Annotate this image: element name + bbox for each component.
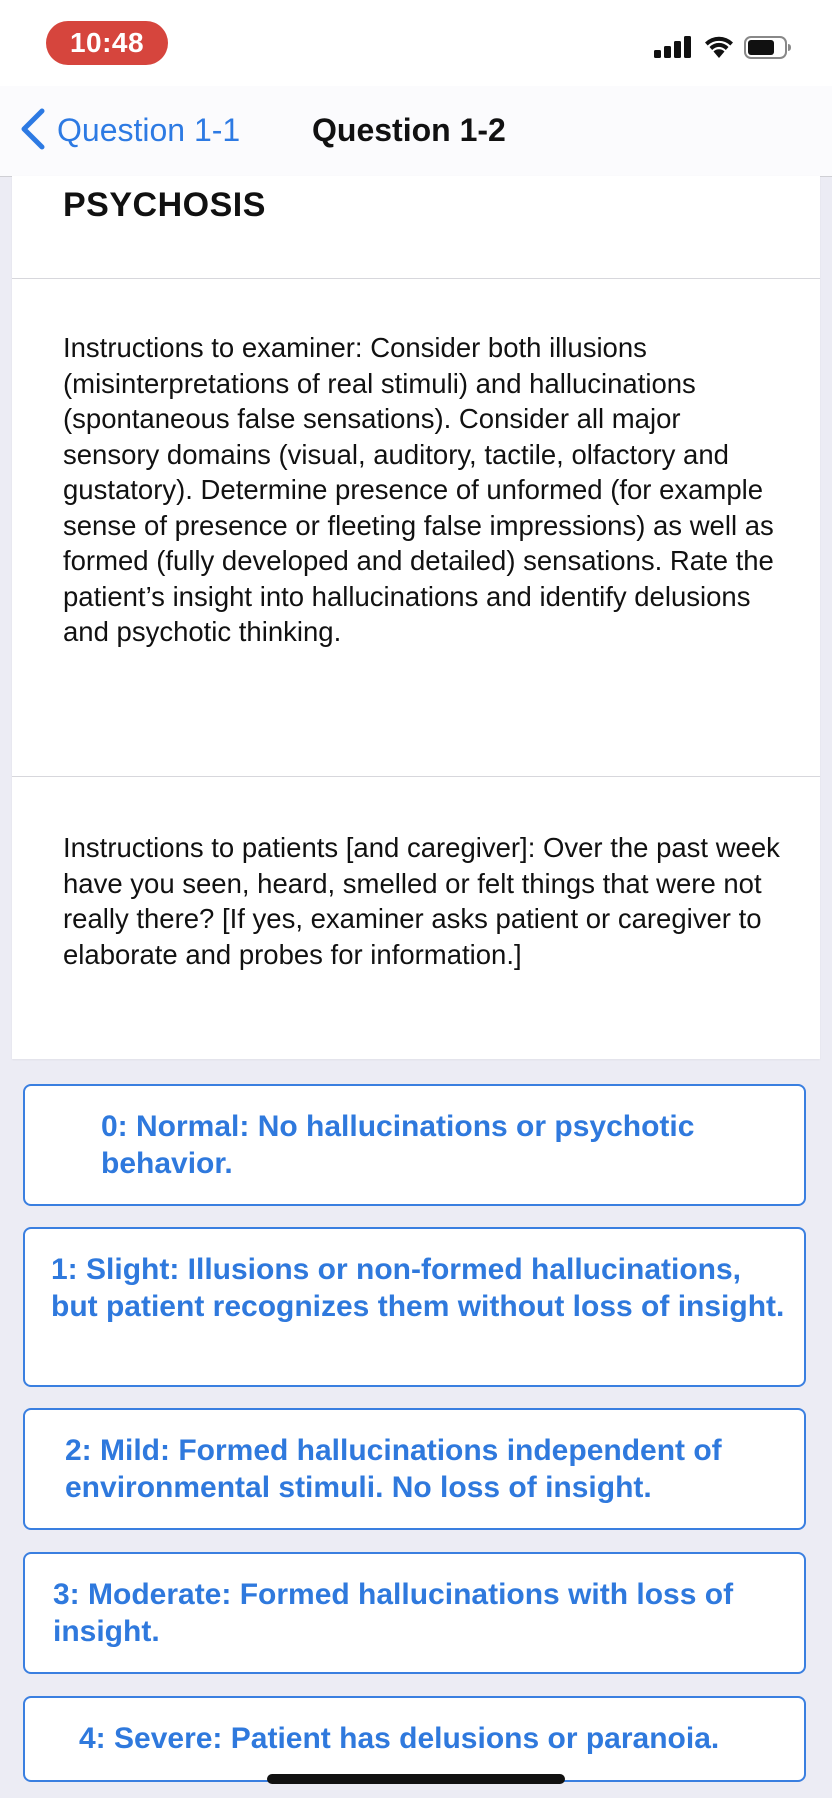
answer-option-3[interactable]: 3: Moderate: Formed hallucinations with … bbox=[23, 1552, 806, 1674]
answer-option-label: 3: Moderate: Formed hallucinations with … bbox=[53, 1578, 734, 1648]
answer-option-0[interactable]: 0: Normal: No hallucinations or psychoti… bbox=[23, 1084, 806, 1206]
back-chevron-icon[interactable] bbox=[18, 108, 48, 150]
answer-option-1[interactable]: 1: Slight: Illusions or non-formed hallu… bbox=[23, 1227, 806, 1387]
answer-option-label: 4: Severe: Patient has delusions or para… bbox=[79, 1722, 720, 1755]
patient-instructions: Instructions to patients [and caregiver]… bbox=[63, 832, 780, 970]
answer-option-label: 0: Normal: No hallucinations or psychoti… bbox=[101, 1110, 695, 1180]
navigation-bar: Question 1-1 Question 1-2 bbox=[0, 86, 832, 177]
answer-option-2[interactable]: 2: Mild: Formed hallucinations independe… bbox=[23, 1408, 806, 1530]
page-title: Question 1-2 bbox=[312, 112, 506, 148]
time-label: 10:48 bbox=[46, 21, 168, 65]
answer-option-label: 2: Mild: Formed hallucinations independe… bbox=[65, 1434, 722, 1504]
examiner-instructions: Instructions to examiner: Consider both … bbox=[63, 332, 774, 647]
battery-icon bbox=[744, 36, 791, 59]
answer-option-label: 1: Slight: Illusions or non-formed hallu… bbox=[51, 1253, 785, 1323]
divider bbox=[12, 776, 820, 777]
divider bbox=[12, 278, 820, 279]
answer-option-4[interactable]: 4: Severe: Patient has delusions or para… bbox=[23, 1696, 806, 1782]
section-title: PSYCHOSIS bbox=[63, 186, 266, 224]
home-indicator[interactable] bbox=[267, 1774, 565, 1784]
wifi-icon bbox=[705, 36, 733, 58]
cellular-signal-icon bbox=[654, 36, 691, 58]
back-button[interactable]: Question 1-1 bbox=[57, 112, 240, 149]
status-bar: 10:48 bbox=[0, 0, 832, 86]
question-card: PSYCHOSIS Instructions to examiner: Cons… bbox=[12, 176, 820, 1059]
